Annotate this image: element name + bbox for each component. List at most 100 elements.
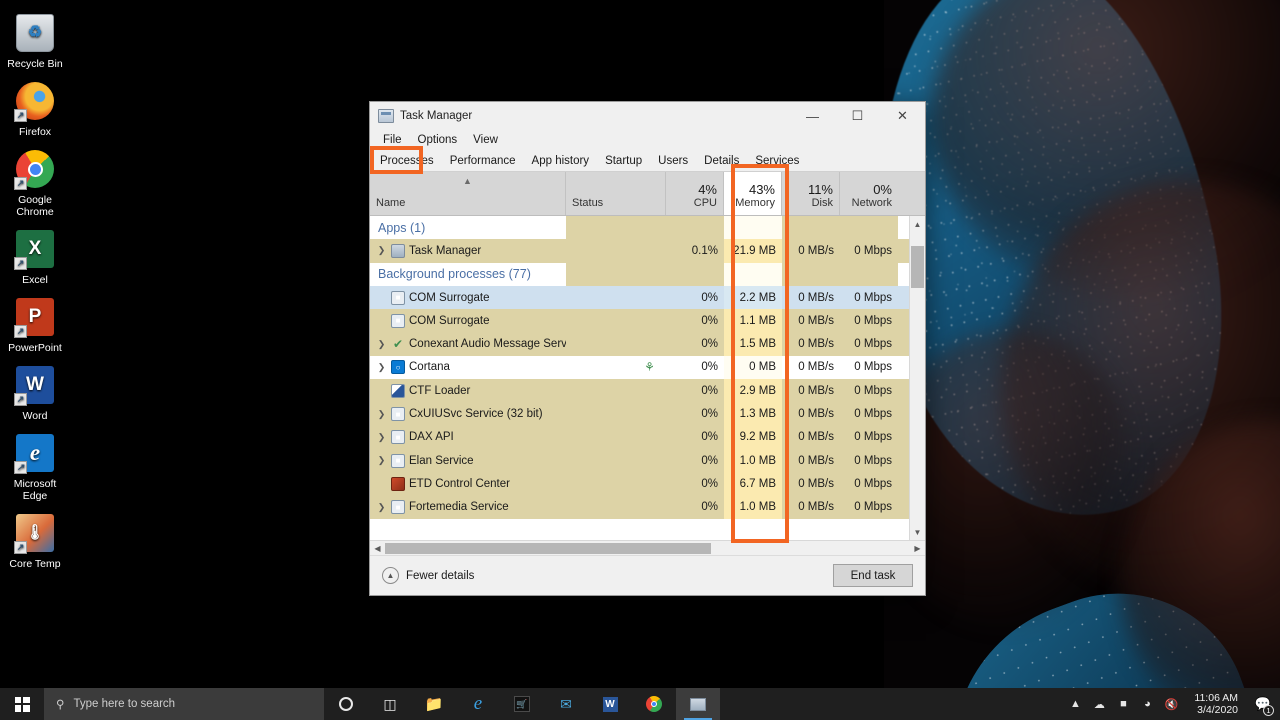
end-task-button[interactable]: End task: [833, 564, 913, 587]
scroll-down-icon[interactable]: ▼: [910, 524, 925, 540]
fewer-details-button[interactable]: ▲ Fewer details: [382, 567, 474, 584]
menu-file[interactable]: File: [376, 132, 409, 148]
clock[interactable]: 11:06 AM 3/4/2020: [1184, 688, 1248, 720]
expand-chevron-icon[interactable]: ❯: [376, 339, 387, 350]
process-group-header[interactable]: Apps (1): [370, 216, 909, 239]
onedrive-icon[interactable]: ☁: [1088, 688, 1110, 720]
menu-view[interactable]: View: [466, 132, 505, 148]
column-header-status[interactable]: Status: [566, 172, 666, 215]
column-header-cpu[interactable]: 4% CPU: [666, 172, 724, 215]
expand-chevron-icon[interactable]: ❯: [376, 362, 387, 373]
cortana-button[interactable]: [324, 688, 368, 720]
desktop-icon-powerpoint[interactable]: P ↗ PowerPoint: [0, 290, 70, 358]
process-name: CxUIUSvc Service (32 bit): [409, 408, 543, 420]
vertical-scroll-track[interactable]: [910, 232, 925, 524]
menu-options[interactable]: Options: [411, 132, 465, 148]
desktop-icon-recycle-bin[interactable]: ♻ Recycle Bin: [0, 6, 70, 74]
tab-performance[interactable]: Performance: [442, 151, 524, 171]
scroll-left-icon[interactable]: ◀: [370, 544, 385, 553]
network-value: 0 Mbps: [840, 472, 898, 495]
process-row-list: Apps (1)❯Task Manager0.1%21.9 MB0 MB/s0 …: [370, 216, 909, 540]
vertical-scrollbar[interactable]: ▲ ▼: [909, 216, 925, 540]
memory-value: 9.2 MB: [724, 426, 782, 449]
maximize-button[interactable]: ☐: [835, 102, 880, 130]
table-row[interactable]: ❯■CxUIUSvc Service (32 bit)0%1.3 MB0 MB/…: [370, 402, 909, 425]
process-status: [566, 496, 666, 519]
table-row[interactable]: ■COM Surrogate0%2.2 MB0 MB/s0 Mbps: [370, 286, 909, 309]
desktop-icon-core-temp[interactable]: 🌡 ↗ Core Temp: [0, 506, 70, 574]
scroll-right-icon[interactable]: ▶: [910, 544, 925, 553]
tab-users[interactable]: Users: [650, 151, 696, 171]
word-button[interactable]: W: [588, 688, 632, 720]
column-header-network[interactable]: 0% Network: [840, 172, 898, 215]
column-header-disk[interactable]: 11% Disk: [782, 172, 840, 215]
tab-startup[interactable]: Startup: [597, 151, 650, 171]
expand-chevron-icon[interactable]: ❯: [376, 455, 387, 466]
expand-chevron-icon[interactable]: ❯: [376, 245, 387, 256]
mail-icon: ✉: [560, 696, 572, 713]
table-row[interactable]: ❯■Fortemedia Service0%1.0 MB0 MB/s0 Mbps: [370, 496, 909, 519]
table-row[interactable]: ❯✔Conexant Audio Message Service0%1.5 MB…: [370, 332, 909, 355]
memory-value: 21.9 MB: [724, 239, 782, 262]
tab-processes[interactable]: Processes: [372, 151, 442, 171]
desktop-icon-microsoft-edge[interactable]: e ↗ Microsoft Edge: [0, 426, 70, 506]
start-button[interactable]: [0, 688, 44, 720]
process-name: DAX API: [409, 431, 454, 443]
table-row[interactable]: ETD Control Center0%6.7 MB0 MB/s0 Mbps: [370, 472, 909, 495]
menu-bar: File Options View: [370, 130, 925, 150]
table-row[interactable]: ■COM Surrogate0%1.1 MB0 MB/s0 Mbps: [370, 309, 909, 332]
process-name: Task Manager: [409, 245, 481, 257]
desktop-icon-list: ♻ Recycle Bin ↗ Firefox ↗ Google Chrome …: [0, 6, 70, 574]
volume-muted-icon[interactable]: 🔇: [1160, 688, 1182, 720]
scroll-up-icon[interactable]: ▲: [910, 216, 925, 232]
tab-details[interactable]: Details: [696, 151, 747, 171]
expand-chevron-icon[interactable]: ❯: [376, 409, 387, 420]
notifications-button[interactable]: 💬 1: [1250, 688, 1276, 720]
close-button[interactable]: ✕: [880, 102, 925, 130]
process-status: [566, 239, 666, 262]
expand-chevron-icon[interactable]: ❯: [376, 432, 387, 443]
horizontal-scrollbar[interactable]: ◀ ▶: [370, 540, 925, 555]
horizontal-scroll-track[interactable]: [385, 543, 910, 554]
microsoft-store-button[interactable]: 🛒: [500, 688, 544, 720]
memory-value: 1.1 MB: [724, 309, 782, 332]
process-group-header[interactable]: Background processes (77): [370, 263, 909, 286]
desktop-icon-word[interactable]: W ↗ Word: [0, 358, 70, 426]
tab-app-history[interactable]: App history: [524, 151, 598, 171]
store-icon: 🛒: [514, 696, 530, 712]
search-input[interactable]: ⚲ Type here to search: [44, 688, 324, 720]
network-value: 0 Mbps: [840, 239, 898, 262]
horizontal-scroll-thumb[interactable]: [385, 543, 711, 554]
vertical-scroll-thumb[interactable]: [911, 246, 924, 288]
mail-button[interactable]: ✉: [544, 688, 588, 720]
table-row[interactable]: ❯○Cortana⚘0%0 MB0 MB/s0 Mbps: [370, 356, 909, 379]
table-row[interactable]: ❯■Elan Service0%1.0 MB0 MB/s0 Mbps: [370, 449, 909, 472]
wifi-icon[interactable]: ◕: [1136, 688, 1158, 720]
disk-value: 0 MB/s: [782, 309, 840, 332]
memory-value: 0 MB: [724, 356, 782, 379]
suspended-leaf-icon: ⚘: [643, 361, 656, 374]
table-row[interactable]: CTF Loader0%2.9 MB0 MB/s0 Mbps: [370, 379, 909, 402]
chrome-button[interactable]: [632, 688, 676, 720]
battery-icon[interactable]: ■: [1112, 688, 1134, 720]
cpu-value: 0%: [666, 356, 724, 379]
desktop-icon-excel[interactable]: X ↗ Excel: [0, 222, 70, 290]
task-manager-button[interactable]: [676, 688, 720, 720]
expand-chevron-icon[interactable]: ❯: [376, 502, 387, 513]
file-explorer-button[interactable]: 📁: [412, 688, 456, 720]
chevron-up-icon: ▲: [382, 567, 399, 584]
table-row[interactable]: ❯Task Manager0.1%21.9 MB0 MB/s0 Mbps: [370, 239, 909, 262]
column-header-name[interactable]: ▲ Name: [370, 172, 566, 215]
table-row[interactable]: ❯■DAX API0%9.2 MB0 MB/s0 Mbps: [370, 426, 909, 449]
tab-services[interactable]: Services: [747, 151, 807, 171]
desktop-icon-firefox[interactable]: ↗ Firefox: [0, 74, 70, 142]
network-value: 0 Mbps: [840, 356, 898, 379]
column-header-memory[interactable]: 43% Memory: [724, 172, 782, 215]
task-view-button[interactable]: ◫: [368, 688, 412, 720]
chevron-up-icon[interactable]: ▲: [1064, 688, 1086, 720]
clock-time: 11:06 AM: [1194, 692, 1238, 704]
edge-button[interactable]: e: [456, 688, 500, 720]
minimize-button[interactable]: —: [790, 102, 835, 130]
excel-icon: X ↗: [16, 230, 54, 268]
desktop-icon-google-chrome[interactable]: ↗ Google Chrome: [0, 142, 70, 222]
